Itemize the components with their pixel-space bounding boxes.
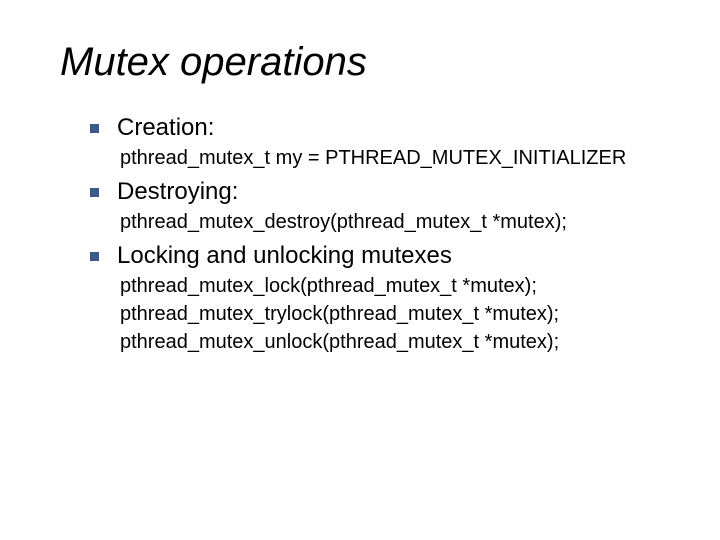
item-label: Creation: [117,113,214,143]
code-line: pthread_mutex_lock(pthread_mutex_t *mute… [120,273,680,299]
list-item: Locking and unlocking mutexes [90,241,680,271]
code-line: pthread_mutex_unlock(pthread_mutex_t *mu… [120,329,680,355]
list-item: Creation: [90,113,680,143]
item-label: Destroying: [117,177,238,207]
bullet-icon [90,252,99,261]
bullet-icon [90,188,99,197]
bullet-icon [90,124,99,133]
list-item: Destroying: [90,177,680,207]
slide-title: Mutex operations [60,40,680,85]
code-line: pthread_mutex_t my = PTHREAD_MUTEX_INITI… [120,145,680,171]
item-label: Locking and unlocking mutexes [117,241,452,271]
code-line: pthread_mutex_trylock(pthread_mutex_t *m… [120,301,680,327]
code-line: pthread_mutex_destroy(pthread_mutex_t *m… [120,209,680,235]
slide: Mutex operations Creation: pthread_mutex… [0,0,720,540]
